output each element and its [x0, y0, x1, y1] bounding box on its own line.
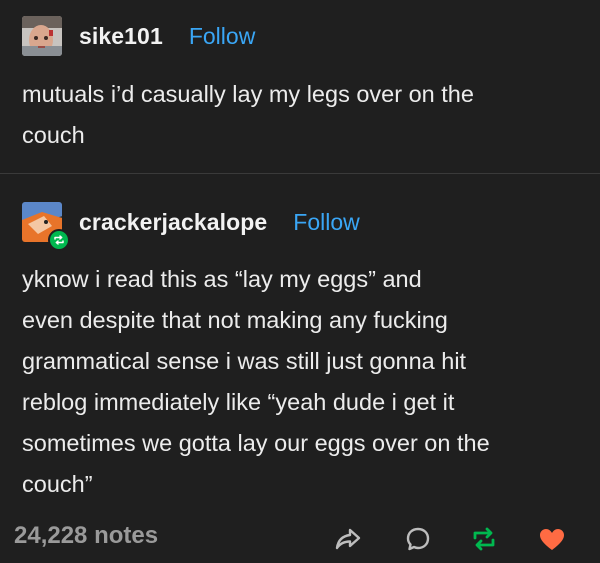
reply-icon	[406, 527, 430, 551]
reblog-post-header: crackerjackalope Follow	[22, 202, 360, 251]
reblog-icon	[473, 527, 495, 551]
share-icon	[335, 528, 361, 550]
post-line: grammatical sense i was still just gonna…	[22, 348, 467, 374]
reply-button[interactable]	[401, 522, 435, 556]
reblog-post: crackerjackalope Follow yknow i read thi…	[0, 174, 600, 516]
avatar-image	[22, 16, 62, 56]
tumblr-post: sike101 Follow mutuals i’d casually lay …	[0, 0, 600, 563]
post-footer: 24,228 notes	[0, 516, 600, 562]
post-body: mutuals i’d casually lay my legs over on…	[22, 74, 582, 156]
like-button[interactable]	[535, 522, 569, 556]
post-line: reblog immediately like “yeah dude i get…	[22, 389, 455, 415]
reblog-button[interactable]	[467, 522, 501, 556]
follow-button[interactable]: Follow	[293, 209, 359, 236]
avatar[interactable]	[22, 202, 70, 251]
username[interactable]: crackerjackalope	[79, 209, 267, 236]
post-line: mutuals i’d casually lay my legs over on…	[22, 81, 474, 107]
reblog-badge-icon	[48, 229, 70, 251]
original-post: sike101 Follow mutuals i’d casually lay …	[0, 0, 600, 172]
post-body: yknow i read this as “lay my eggs” and e…	[22, 259, 582, 505]
post-line: couch	[22, 122, 85, 148]
share-button[interactable]	[331, 522, 365, 556]
avatar[interactable]	[22, 16, 62, 56]
post-line: yknow i read this as “lay my eggs” and	[22, 266, 422, 292]
post-line: sometimes we gotta lay our eggs over on …	[22, 430, 490, 456]
like-icon	[540, 529, 564, 550]
username[interactable]: sike101	[79, 23, 163, 50]
post-line: even despite that not making any fucking	[22, 307, 448, 333]
post-line: couch”	[22, 471, 93, 497]
follow-button[interactable]: Follow	[189, 23, 255, 50]
original-post-header: sike101 Follow	[22, 16, 255, 56]
notes-count[interactable]: 24,228 notes	[14, 522, 158, 550]
